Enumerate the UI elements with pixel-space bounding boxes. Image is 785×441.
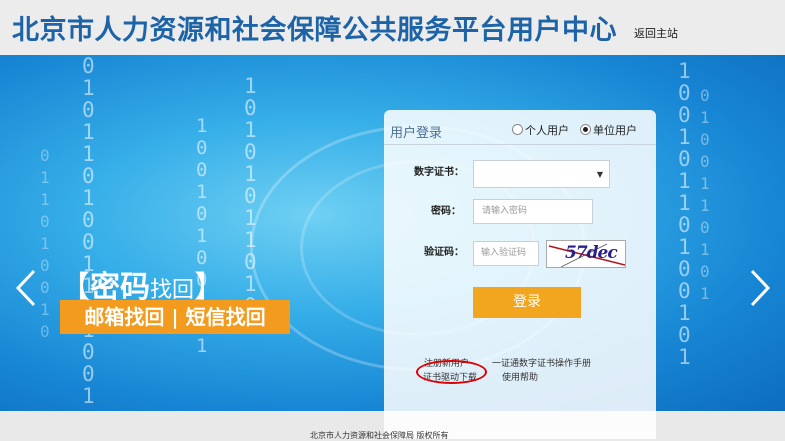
binary-decoration: 1 0 0 1 0 1 1 0 1 0 0 1 0 1 xyxy=(678,59,691,369)
promo-recovery-banner[interactable]: 邮箱找回 | 短信找回 xyxy=(60,300,290,334)
site-title: 北京市人力资源和社会保障公共服务平台用户中心 xyxy=(12,15,617,46)
radio-icon xyxy=(512,124,523,135)
manual-link[interactable]: 一证通数字证书操作手册 xyxy=(492,356,591,369)
promo-title: 【密码找回】 xyxy=(60,262,280,305)
binary-decoration: 0 1 0 0 1 1 0 1 0 1 xyxy=(700,86,710,303)
password-label: 密码： xyxy=(431,206,461,217)
binary-decoration: 0 1 1 0 1 0 0 1 0 xyxy=(40,146,50,341)
cert-select[interactable]: ▼ xyxy=(473,160,610,188)
binary-decoration: 0 1 0 1 1 0 1 0 0 1 1 0 1 0 0 1 xyxy=(82,55,95,408)
prev-slide-arrow-icon[interactable] xyxy=(14,268,38,308)
radio-unit-user[interactable]: 单位用户 xyxy=(580,122,637,138)
captcha-input[interactable]: 输入验证码 xyxy=(473,241,539,266)
footer-text: 北京市人力资源和社会保障局 版权所有 xyxy=(310,431,449,440)
cert-label: 数字证书： xyxy=(414,167,464,178)
login-title: 用户登录 xyxy=(390,126,443,141)
header-bar: 北京市人力资源和社会保障公共服务平台用户中心 返回主站 xyxy=(0,0,785,55)
password-input[interactable]: 请输入密码 xyxy=(473,199,593,224)
radio-personal-user[interactable]: 个人用户 xyxy=(512,122,569,138)
highlight-oval xyxy=(416,360,487,384)
login-panel: 用户登录 个人用户 单位用户 数字证书： ▼ 密码： 请输入密码 验证码： 输入… xyxy=(384,110,656,439)
captcha-image[interactable]: 57dec xyxy=(546,240,626,268)
captcha-label: 验证码： xyxy=(424,247,464,258)
radio-label: 单位用户 xyxy=(593,124,637,137)
back-home-link[interactable]: 返回主站 xyxy=(634,25,678,41)
help-link[interactable]: 使用帮助 xyxy=(502,370,538,383)
radio-selected-icon xyxy=(580,124,591,135)
next-slide-arrow-icon[interactable] xyxy=(748,268,772,308)
divider xyxy=(384,144,656,145)
radio-label: 个人用户 xyxy=(525,124,569,137)
login-button[interactable]: 登录 xyxy=(473,287,581,318)
chevron-down-icon: ▼ xyxy=(596,170,603,179)
captcha-text: 57dec xyxy=(565,243,618,263)
